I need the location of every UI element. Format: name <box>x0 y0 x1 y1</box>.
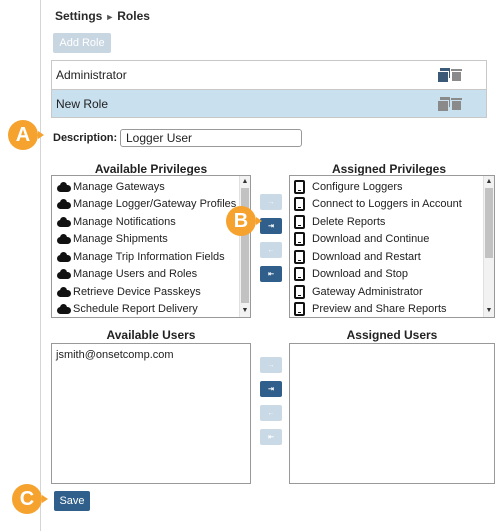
remove-privilege-button[interactable]: ← <box>260 242 282 258</box>
scroll-down-icon[interactable]: ▼ <box>484 306 494 316</box>
device-icon <box>294 302 305 317</box>
description-input[interactable] <box>120 129 302 147</box>
device-icon <box>294 267 305 282</box>
privilege-label: Manage Users and Roles <box>73 268 198 281</box>
scroll-up-icon[interactable]: ▲ <box>484 177 494 187</box>
privilege-label: Manage Logger/Gateway Profiles <box>73 198 237 211</box>
cloud-icon <box>56 181 71 192</box>
role-name: New Role <box>56 96 109 111</box>
remove-all-users-button[interactable]: ⇤ <box>260 429 282 445</box>
add-all-users-button[interactable]: ⇥ <box>260 381 282 397</box>
privilege-label: Download and Restart <box>312 250 421 263</box>
available-users-list[interactable]: jsmith@onsetcomp.com <box>51 343 251 484</box>
cloud-icon <box>56 304 71 315</box>
list-item[interactable]: Manage Gateways <box>52 178 250 196</box>
trash-icon[interactable] <box>451 68 462 81</box>
privilege-label: Connect to Loggers in Account <box>312 198 462 211</box>
list-item[interactable]: Manage Shipments <box>52 231 250 249</box>
list-item[interactable]: Download and Stop <box>290 266 494 284</box>
cloud-icon <box>56 251 71 262</box>
list-item[interactable]: Configure Loggers <box>290 178 494 196</box>
assigned-users-list[interactable] <box>289 343 495 484</box>
callout-c-arrow-icon <box>42 495 48 503</box>
breadcrumb: Settings ► Roles <box>55 9 150 23</box>
available-privileges-title: Available Privileges <box>94 162 208 176</box>
device-icon <box>294 284 305 299</box>
roles-list: Administrator New Role <box>51 60 487 118</box>
privilege-label: Gateway Administrator <box>312 285 423 298</box>
add-all-privileges-button[interactable]: ⇥ <box>260 218 282 234</box>
cloud-icon <box>56 286 71 297</box>
privilege-label: Manage Notifications <box>73 215 176 228</box>
device-icon <box>294 249 305 264</box>
add-role-button[interactable]: Add Role <box>53 33 111 53</box>
cloud-icon <box>56 199 71 210</box>
copy-icon[interactable] <box>437 97 450 112</box>
list-item[interactable]: Manage Notifications <box>52 213 250 231</box>
privilege-label: Manage Shipments <box>73 233 168 246</box>
available-users-title: Available Users <box>106 328 196 342</box>
add-user-button[interactable]: → <box>260 357 282 373</box>
privilege-label: Configure Loggers <box>312 180 403 193</box>
privilege-label: Delete Reports <box>312 215 386 228</box>
privilege-label: Download and Continue <box>312 233 430 246</box>
assigned-users-title: Assigned Users <box>346 328 438 342</box>
privilege-label: Retrieve Device Passkeys <box>73 285 201 298</box>
scroll-down-icon[interactable]: ▼ <box>240 306 250 316</box>
list-item[interactable]: Gateway Administrator <box>290 283 494 301</box>
cloud-icon <box>56 269 71 280</box>
breadcrumb-separator-icon: ► <box>105 12 115 22</box>
roles-panel: Settings ► Roles Add Role Administrator Ne… <box>40 0 498 531</box>
privilege-label: Download and Stop <box>312 268 409 281</box>
cloud-icon <box>56 234 71 245</box>
device-icon <box>294 179 305 194</box>
callout-a-arrow-icon <box>38 131 44 139</box>
device-icon <box>294 197 305 212</box>
available-privileges-list[interactable]: Manage Gateways Manage Logger/Gateway Pr… <box>51 175 251 318</box>
role-row-administrator[interactable]: Administrator <box>52 61 486 89</box>
remove-user-button[interactable]: ← <box>260 405 282 421</box>
save-button[interactable]: Save <box>54 491 90 511</box>
role-row-new-role[interactable]: New Role <box>52 89 486 117</box>
breadcrumb-settings[interactable]: Settings <box>55 9 102 23</box>
list-item[interactable]: Delete Reports <box>290 213 494 231</box>
privilege-label: Schedule Report Delivery <box>73 303 198 316</box>
add-privilege-button[interactable]: → <box>260 194 282 210</box>
list-item[interactable]: Retrieve Device Passkeys <box>52 283 250 301</box>
list-item[interactable]: Manage Users and Roles <box>52 266 250 284</box>
scrollbar[interactable]: ▲ ▼ <box>239 176 250 317</box>
assigned-privileges-title: Assigned Privileges <box>331 162 447 176</box>
privilege-label: Manage Trip Information Fields <box>73 250 225 263</box>
privilege-label: Preview and Share Reports <box>312 303 447 316</box>
scrollbar[interactable]: ▲ ▼ <box>483 176 494 317</box>
list-item[interactable]: Download and Continue <box>290 231 494 249</box>
list-item[interactable]: Manage Trip Information Fields <box>52 248 250 266</box>
cloud-icon <box>56 216 71 227</box>
trash-icon[interactable] <box>451 97 462 110</box>
scroll-thumb[interactable] <box>485 188 493 258</box>
list-item[interactable]: Manage Logger/Gateway Profiles <box>52 196 250 214</box>
list-item[interactable]: Schedule Report Delivery <box>52 301 250 318</box>
list-item[interactable]: Connect to Loggers in Account <box>290 196 494 214</box>
callout-b: B <box>226 206 256 236</box>
breadcrumb-roles: Roles <box>117 9 150 23</box>
device-icon <box>294 232 305 247</box>
copy-icon[interactable] <box>437 68 450 83</box>
description-label: Description: <box>53 132 118 144</box>
assigned-privileges-list[interactable]: Configure Loggers Connect to Loggers in … <box>289 175 495 318</box>
callout-c: C <box>12 484 42 514</box>
role-name: Administrator <box>56 68 127 82</box>
device-icon <box>294 214 305 229</box>
callout-b-arrow-icon <box>256 217 262 225</box>
scroll-up-icon[interactable]: ▲ <box>240 177 250 187</box>
list-item[interactable]: Preview and Share Reports <box>290 301 494 318</box>
privilege-label: Manage Gateways <box>73 180 165 193</box>
callout-a: A <box>8 120 38 150</box>
remove-all-privileges-button[interactable]: ⇤ <box>260 266 282 282</box>
list-item[interactable]: Download and Restart <box>290 248 494 266</box>
list-item[interactable]: jsmith@onsetcomp.com <box>52 346 250 364</box>
